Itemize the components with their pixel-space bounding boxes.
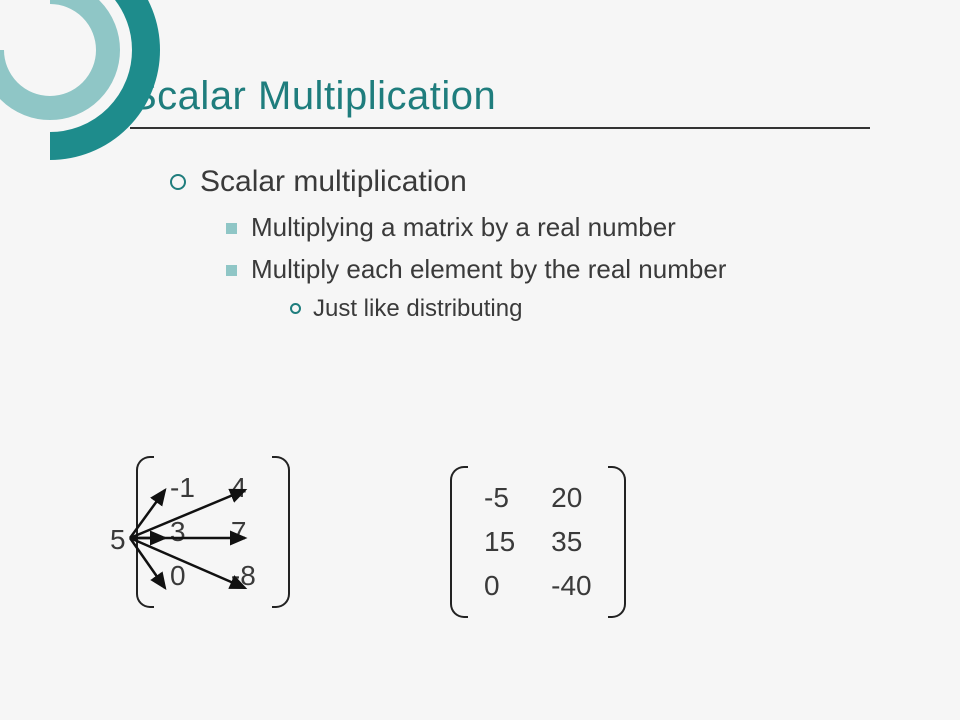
- bracket-left-icon: [136, 456, 154, 608]
- matrix-cell: 20: [533, 476, 609, 520]
- output-matrix-grid: -5 20 15 35 0 -40: [466, 476, 610, 608]
- matrix-cell: 0: [152, 554, 213, 598]
- bracket-left-icon: [450, 466, 468, 618]
- bullet-level1-text: Scalar multiplication: [200, 165, 467, 199]
- table-row: 3 7: [152, 510, 274, 554]
- bullet-level2a-text: Multiplying a matrix by a real number: [251, 211, 676, 245]
- square-bullet-icon: [226, 223, 237, 234]
- bracket-right-icon: [608, 466, 626, 618]
- matrix-cell: 15: [466, 520, 533, 564]
- scalar-value: 5: [110, 524, 126, 556]
- input-matrix: -1 4 3 7 0 -8: [136, 460, 290, 604]
- scalar-times-matrix: 5 -1 4 3 7 0 -8: [110, 460, 290, 611]
- title-underline: [130, 127, 870, 129]
- bullet-level3-text: Just like distributing: [313, 295, 522, 323]
- table-row: 0 -8: [152, 554, 274, 598]
- table-row: 15 35: [466, 520, 610, 564]
- bracket-right-icon: [272, 456, 290, 608]
- matrix-cell: 3: [152, 510, 213, 554]
- slide-title: Scalar Multiplication: [130, 74, 870, 119]
- bullet-level2: Multiplying a matrix by a real number: [226, 211, 870, 245]
- table-row: -1 4: [152, 466, 274, 510]
- input-matrix-grid: -1 4 3 7 0 -8: [152, 466, 274, 598]
- bullet-level3: Just like distributing: [290, 295, 870, 323]
- matrix-cell: 4: [213, 466, 274, 510]
- matrix-cell: -5: [466, 476, 533, 520]
- slide-content: Scalar multiplication Multiplying a matr…: [130, 165, 870, 323]
- bullet-level2: Multiply each element by the real number: [226, 253, 870, 287]
- matrix-cell: -8: [213, 554, 274, 598]
- table-row: 0 -40: [466, 564, 610, 608]
- matrix-cell: 35: [533, 520, 609, 564]
- matrix-cell: 0: [466, 564, 533, 608]
- bullet-level2b-text: Multiply each element by the real number: [251, 253, 726, 287]
- matrix-cell: -40: [533, 564, 609, 608]
- matrix-cell: 7: [213, 510, 274, 554]
- slide-body: Scalar Multiplication Scalar multiplicat…: [0, 0, 960, 371]
- circle-bullet-icon: [170, 174, 186, 190]
- example-area: 5 -1 4 3 7 0 -8: [90, 450, 890, 680]
- circle-bullet-icon: [290, 303, 301, 314]
- bullet-level1: Scalar multiplication: [170, 165, 870, 199]
- matrix-cell: -1: [152, 466, 213, 510]
- square-bullet-icon: [226, 265, 237, 276]
- table-row: -5 20: [466, 476, 610, 520]
- result-matrix-wrapper: -5 20 15 35 0 -40: [450, 470, 626, 621]
- output-matrix: -5 20 15 35 0 -40: [450, 470, 626, 614]
